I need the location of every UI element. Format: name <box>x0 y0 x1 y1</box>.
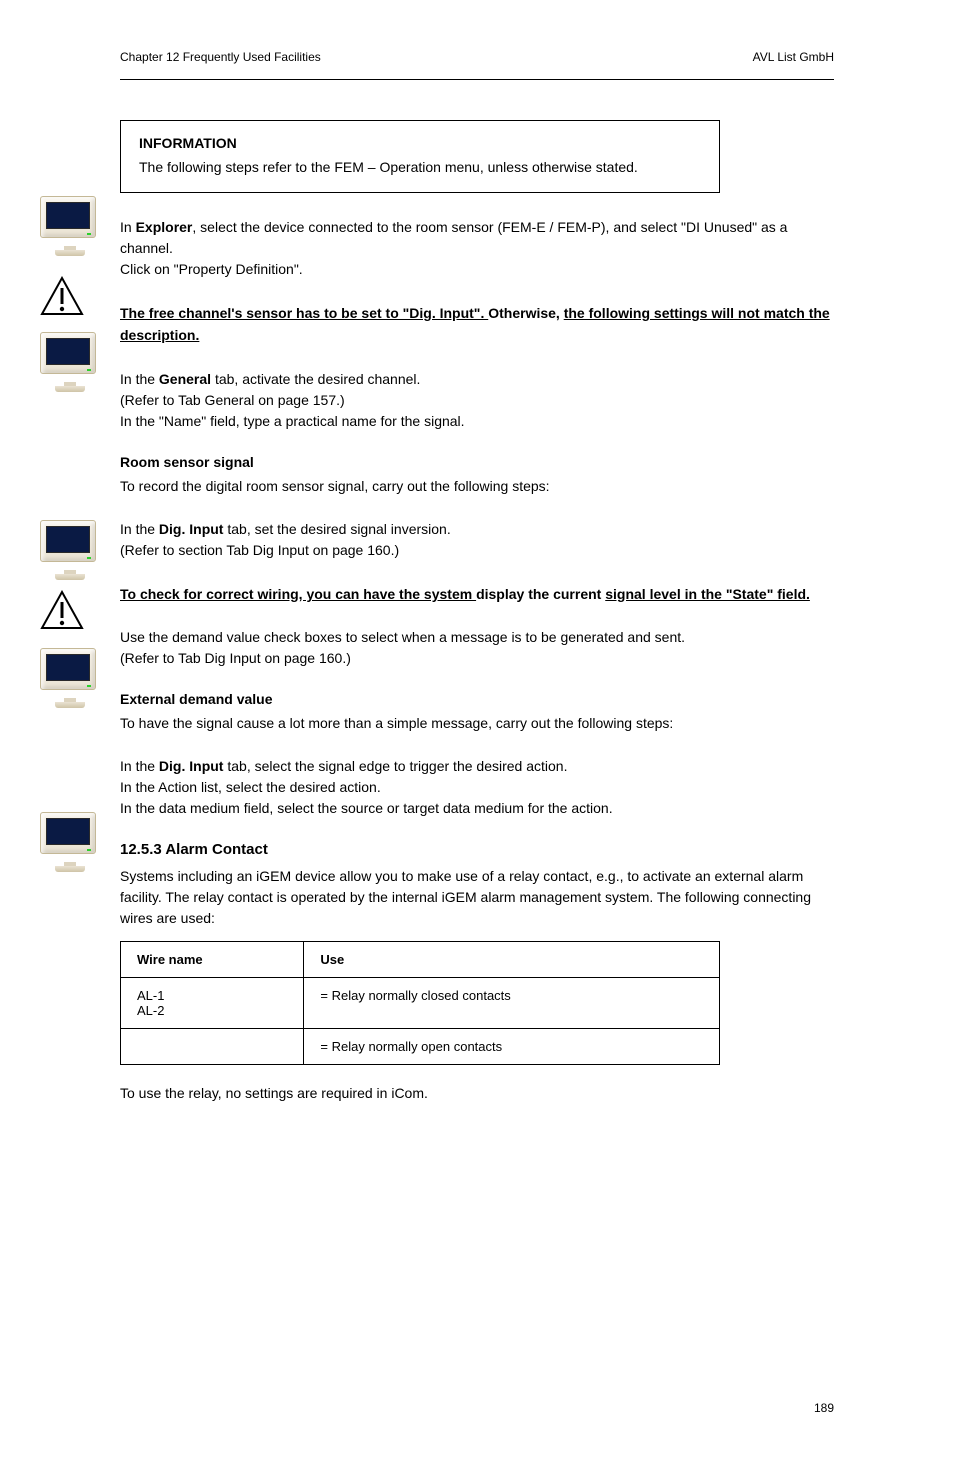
text: tab, set the desired signal inversion. <box>223 521 450 537</box>
text: Use the demand value check boxes to sele… <box>120 627 834 648</box>
monitor-icon <box>40 520 100 572</box>
step-dig-input-1: In the Dig. Input tab, set the desired s… <box>120 519 834 561</box>
table-cell: AL-1 AL-2 <box>121 978 304 1029</box>
text-bold: Dig. Input <box>159 758 224 774</box>
info-banner: INFORMATION The following steps refer to… <box>120 120 720 193</box>
monitor-icon <box>40 812 100 864</box>
subsection-room-sensor: Room sensor signal <box>120 454 834 470</box>
info-banner-title: INFORMATION <box>139 135 701 151</box>
text: In the Action list, select the desired a… <box>120 777 834 798</box>
text: In the <box>120 371 159 387</box>
monitor-icon <box>40 196 100 248</box>
text: In the <box>120 758 159 774</box>
table-cell <box>121 1029 304 1065</box>
text: Otherwise, <box>488 305 563 321</box>
text: In the "Name" field, type a practical na… <box>120 411 834 432</box>
text: tab, activate the desired channel. <box>211 371 420 387</box>
info-banner-body: The following steps refer to the FEM – O… <box>139 157 701 178</box>
alarm-paragraph: Systems including an iGEM device allow y… <box>120 866 834 929</box>
warning-icon <box>40 276 100 328</box>
text: signal level in the "State" field. <box>605 586 810 602</box>
step-demand-checkboxes: Use the demand value check boxes to sele… <box>120 627 834 669</box>
text: In the <box>120 521 159 537</box>
table-row: AL-1 AL-2 = Relay normally closed contac… <box>121 978 720 1029</box>
text: In <box>120 219 136 235</box>
table-row: Wire name Use <box>121 942 720 978</box>
step-general-tab: In the General tab, activate the desired… <box>120 369 834 432</box>
text-bold: General <box>159 371 211 387</box>
text: (Refer to Tab Dig Input on page 160.) <box>120 648 834 669</box>
monitor-icon <box>40 332 100 384</box>
header-company: AVL List GmbH <box>753 50 834 64</box>
text: To record the digital room sensor signal… <box>120 476 834 497</box>
text: (Refer to Tab General on page 157.) <box>120 390 834 411</box>
table-header: Wire name <box>121 942 304 978</box>
note-text: To use the relay, no settings are requir… <box>120 1083 834 1104</box>
text: To have the signal cause a lot more than… <box>120 713 834 734</box>
text: tab, select the signal edge to trigger t… <box>223 758 567 774</box>
warning-2: To check for correct wiring, you can hav… <box>120 583 834 605</box>
text: In the data medium field, select the sou… <box>120 798 834 819</box>
text: Click on "Property Definition". <box>120 259 834 280</box>
page-number: 189 <box>814 1401 834 1415</box>
table-header: Use <box>304 942 719 978</box>
text: , select the device connected to the roo… <box>120 219 787 256</box>
text-bold: Dig. Input <box>159 521 224 537</box>
text: display the current <box>476 586 605 602</box>
table-row: = Relay normally open contacts <box>121 1029 720 1065</box>
subsection-ext-demand: External demand value <box>120 691 834 707</box>
table-cell: = Relay normally closed contacts <box>304 978 719 1029</box>
warning-1: The free channel's sensor has to be set … <box>120 302 834 347</box>
step-dig-input-2: In the Dig. Input tab, select the signal… <box>120 756 834 819</box>
wire-table: Wire name Use AL-1 AL-2 = Relay normally… <box>120 941 720 1065</box>
warning-icon <box>40 590 100 642</box>
text: (Refer to section Tab Dig Input on page … <box>120 540 834 561</box>
table-cell: = Relay normally open contacts <box>304 1029 719 1065</box>
section-alarm-contact: 12.5.3 Alarm Contact <box>120 841 834 858</box>
page-header: Chapter 12 Frequently Used Facilities AV… <box>120 50 834 80</box>
header-chapter: Chapter 12 Frequently Used Facilities <box>120 50 321 64</box>
text-bold: Explorer <box>136 219 193 235</box>
monitor-icon <box>40 648 100 700</box>
step-explorer: In Explorer, select the device connected… <box>120 217 834 280</box>
